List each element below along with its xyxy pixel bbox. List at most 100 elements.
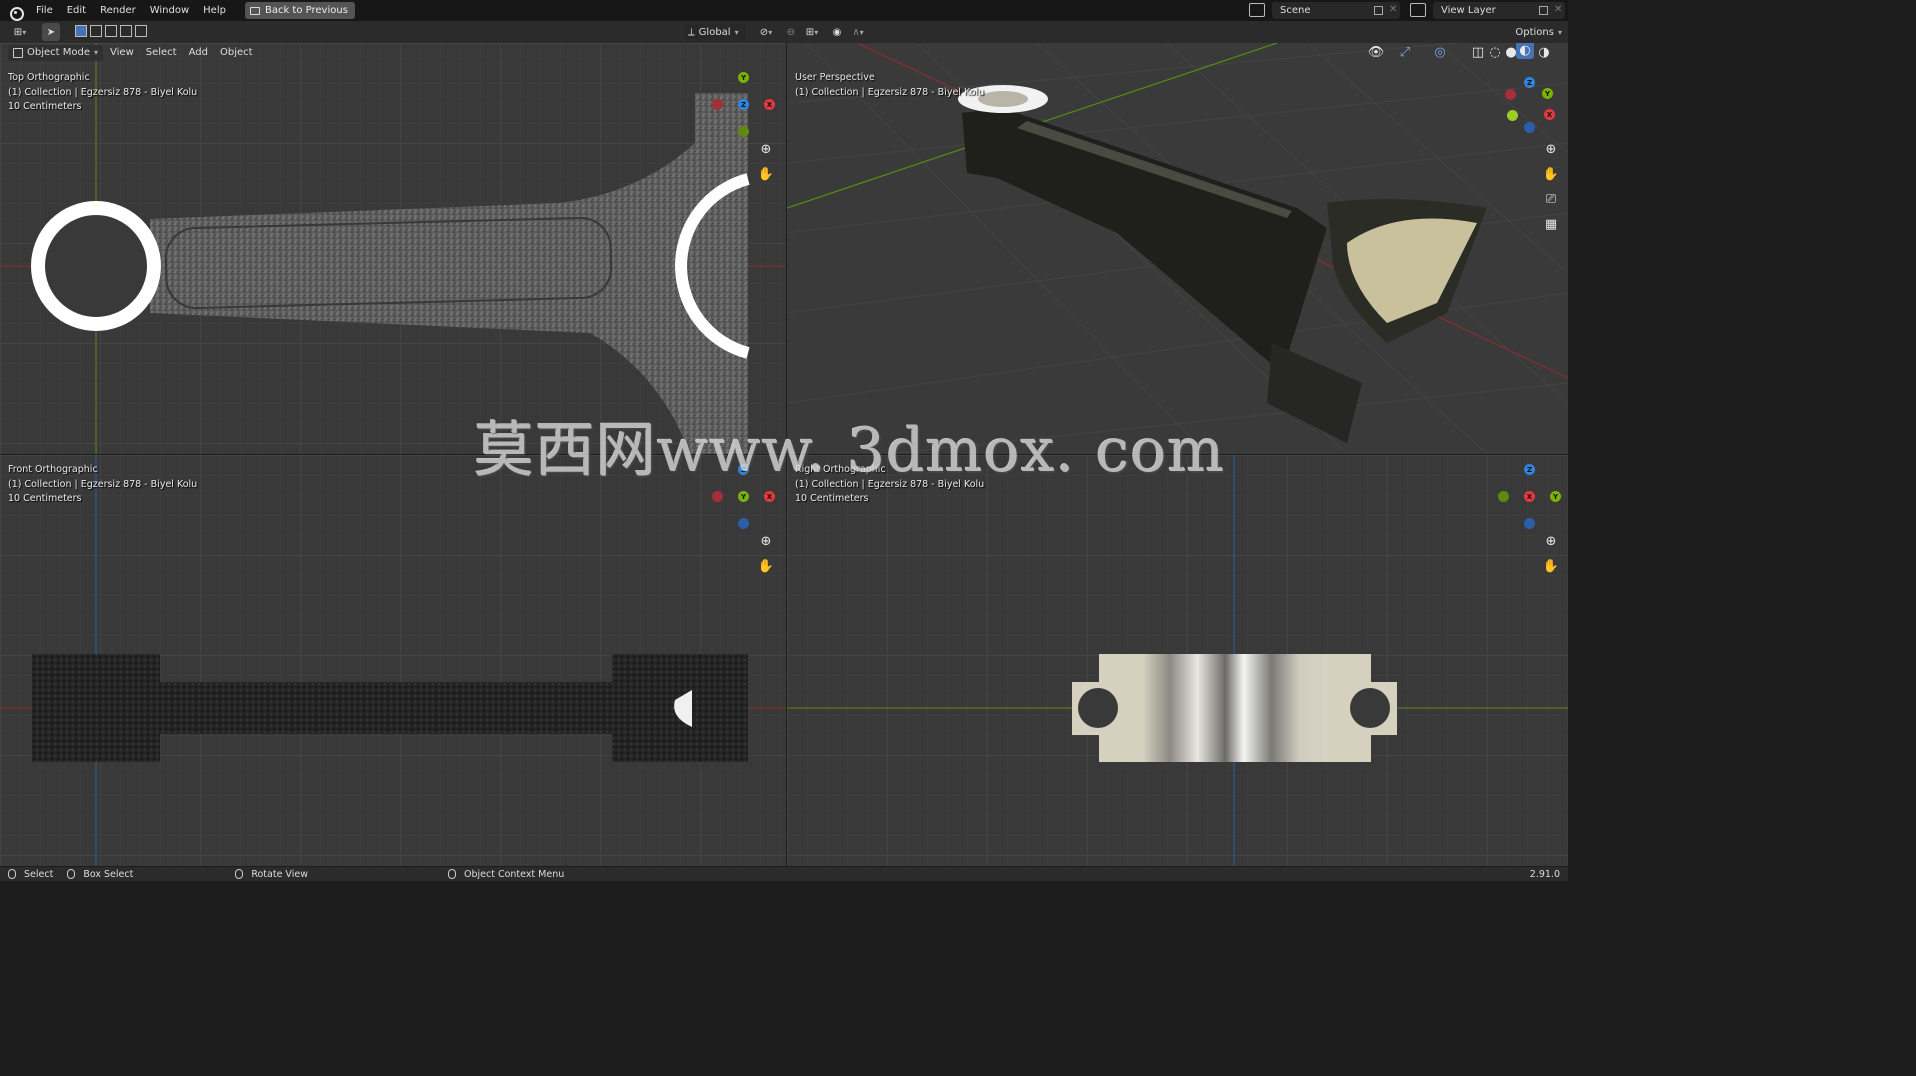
bolt-hole-right	[1350, 688, 1390, 728]
gizmo-y-axis[interactable]: Y	[1550, 491, 1561, 502]
status-bar: Select Box Select Rotate View Object Con…	[0, 867, 1568, 881]
gizmo-x-axis[interactable]: X	[1544, 109, 1555, 120]
viewport-info-overlay: User Perspective (1) Collection | Egzers…	[795, 71, 984, 100]
editor-type-icon[interactable]: ⊞ ▾	[8, 23, 32, 41]
falloff-icon[interactable]: ∧ ▾	[848, 23, 868, 41]
camera-view-icon[interactable]: ⎚	[1540, 188, 1562, 210]
menu-help[interactable]: Help	[196, 0, 233, 21]
view-layer-name: View Layer	[1441, 5, 1496, 16]
pan-hand-icon[interactable]: ✋	[1540, 555, 1562, 577]
back-to-previous-button[interactable]: Back to Previous	[244, 2, 355, 19]
remove-scene-icon[interactable]: ✕	[1389, 4, 1397, 15]
view-layer-field[interactable]: View Layer ✕	[1433, 2, 1565, 19]
snap-target-icon[interactable]: ⊞ ▾	[800, 23, 824, 41]
view-layer-selector-icon[interactable]	[1410, 3, 1426, 17]
zoom-icon[interactable]: ⊕	[1540, 138, 1562, 160]
viewport-top-orthographic[interactable]: Object Mode ▾ View Select Add Object Top…	[0, 43, 786, 454]
gizmo-neg-y-axis[interactable]	[1498, 491, 1509, 502]
snap-toggle-icon[interactable]: ⊖	[784, 23, 798, 41]
blender-logo-icon[interactable]	[7, 3, 24, 21]
menu-window[interactable]: Window	[143, 0, 196, 21]
status-rotate-view: Rotate View	[251, 868, 308, 880]
gizmo-z-axis[interactable]: Z	[1524, 77, 1535, 88]
gizmo-neg-z-axis[interactable]	[738, 518, 749, 529]
status-select: Select	[24, 868, 54, 880]
gizmo-neg-z-axis[interactable]	[1524, 122, 1535, 133]
zoom-icon[interactable]: ⊕	[755, 138, 777, 160]
material-shading-icon[interactable]: ◐	[1516, 43, 1534, 59]
select-mode-invert-icon[interactable]	[120, 25, 132, 37]
perspective-scene	[787, 43, 1568, 454]
view-name: User Perspective	[795, 72, 875, 83]
remove-view-layer-icon[interactable]: ✕	[1554, 4, 1562, 15]
transform-orientation-label: Global	[698, 27, 731, 38]
select-mode-extend-icon[interactable]	[90, 25, 102, 37]
menu-render[interactable]: Render	[93, 0, 143, 21]
gizmos-toggle-icon[interactable]: ⤢	[1390, 43, 1420, 63]
version-label: 2.91.0	[1529, 868, 1560, 880]
gizmo-x-axis[interactable]: X	[764, 491, 775, 502]
object-mode-dropdown[interactable]: Object Mode ▾	[8, 44, 104, 61]
pan-hand-icon[interactable]: ✋	[755, 555, 777, 577]
rod-bolt-boss	[1267, 343, 1362, 443]
viewport-menu-view[interactable]: View	[105, 47, 139, 58]
gizmo-neg-x-axis[interactable]	[712, 491, 723, 502]
pivot-point-icon[interactable]: ⊘ ▾	[754, 23, 778, 41]
screen-icon	[249, 6, 260, 15]
gizmo-y-axis[interactable]: Y	[738, 72, 749, 83]
transform-orientation-dropdown[interactable]: ⟂ Global ▾	[684, 24, 746, 41]
gizmo-y-axis[interactable]: Y	[1542, 88, 1553, 99]
collection-info: (1) Collection | Egzersiz 878 - Biyel Ko…	[795, 86, 985, 98]
select-mode-subtract-icon[interactable]	[105, 25, 117, 37]
viewport-front-orthographic[interactable]: Front Orthographic (1) Collection | Egze…	[0, 455, 786, 866]
collection-info: (1) Collection | Egzersiz 878 - Biyel Ko…	[8, 478, 198, 490]
perspective-toggle-icon[interactable]: ▦	[1540, 213, 1562, 235]
gizmo-z-axis[interactable]: Z	[738, 99, 749, 110]
select-mode-intersect-icon[interactable]	[135, 25, 147, 37]
status-box-select: Box Select	[83, 868, 134, 880]
menu-file[interactable]: File	[29, 0, 60, 21]
visibility-dropdown-icon[interactable]: 👁	[1363, 43, 1389, 63]
viewport-info-overlay: Top Orthographic (1) Collection | Egzers…	[8, 71, 197, 115]
viewport-user-perspective[interactable]: User Perspective (1) Collection | Egzers…	[787, 43, 1568, 454]
grid-scale: 10 Centimeters	[8, 101, 82, 113]
rod-body-top	[150, 93, 748, 454]
viewport-menu-object[interactable]: Object	[215, 47, 258, 58]
copy-scene-icon[interactable]	[1374, 6, 1383, 15]
select-mode-new-icon[interactable]	[75, 25, 87, 37]
proportional-editing-icon[interactable]: ◉	[830, 23, 844, 41]
gizmo-x-axis[interactable]: X	[1524, 491, 1535, 502]
viewport-menu-select[interactable]: Select	[141, 47, 182, 58]
pan-hand-icon[interactable]: ✋	[755, 163, 777, 185]
gizmo-neg-x-axis[interactable]	[1505, 89, 1516, 100]
select-tool-icon[interactable]: ➤	[42, 23, 60, 41]
overlays-toggle-icon[interactable]: ◎	[1425, 43, 1455, 63]
zoom-icon[interactable]: ⊕	[1540, 530, 1562, 552]
front-view-scene	[0, 455, 786, 866]
gizmo-neg-x-axis[interactable]	[712, 99, 723, 110]
gizmo-y-axis[interactable]: Y	[738, 491, 749, 502]
options-dropdown[interactable]: Options ▾	[1511, 24, 1566, 41]
small-end-front	[32, 654, 160, 762]
viewport-info-overlay: Front Orthographic (1) Collection | Egze…	[8, 463, 197, 507]
grid-scale: 10 Centimeters	[8, 493, 82, 505]
zoom-icon[interactable]: ⊕	[755, 530, 777, 552]
menu-edit[interactable]: Edit	[60, 0, 93, 21]
chevron-down-icon: ▾	[1557, 28, 1562, 37]
watermark-text: 莫西网www. 3dmox. com	[474, 416, 1226, 486]
copy-view-layer-icon[interactable]	[1539, 6, 1548, 15]
viewport-header: Object Mode ▾ View Select Add Object	[0, 43, 786, 62]
gizmo-x-axis[interactable]: X	[764, 99, 775, 110]
gizmo-z-axis[interactable]: Z	[1524, 464, 1535, 475]
gizmo-neg-y-axis[interactable]	[738, 126, 749, 137]
scene-selector-icon[interactable]	[1249, 3, 1265, 17]
viewport-menu-add[interactable]: Add	[184, 47, 213, 58]
viewport-right-orthographic[interactable]: Right Orthographic (1) Collection | Egze…	[787, 455, 1568, 866]
rod-body-perspective	[962, 108, 1327, 373]
gizmo-neg-y-axis[interactable]	[1507, 110, 1518, 121]
pan-hand-icon[interactable]: ✋	[1540, 163, 1562, 185]
gizmo-neg-z-axis[interactable]	[1524, 518, 1535, 529]
rendered-shading-icon[interactable]: ◑	[1533, 43, 1555, 63]
options-label: Options	[1515, 27, 1554, 38]
scene-field[interactable]: Scene ✕	[1272, 2, 1400, 19]
